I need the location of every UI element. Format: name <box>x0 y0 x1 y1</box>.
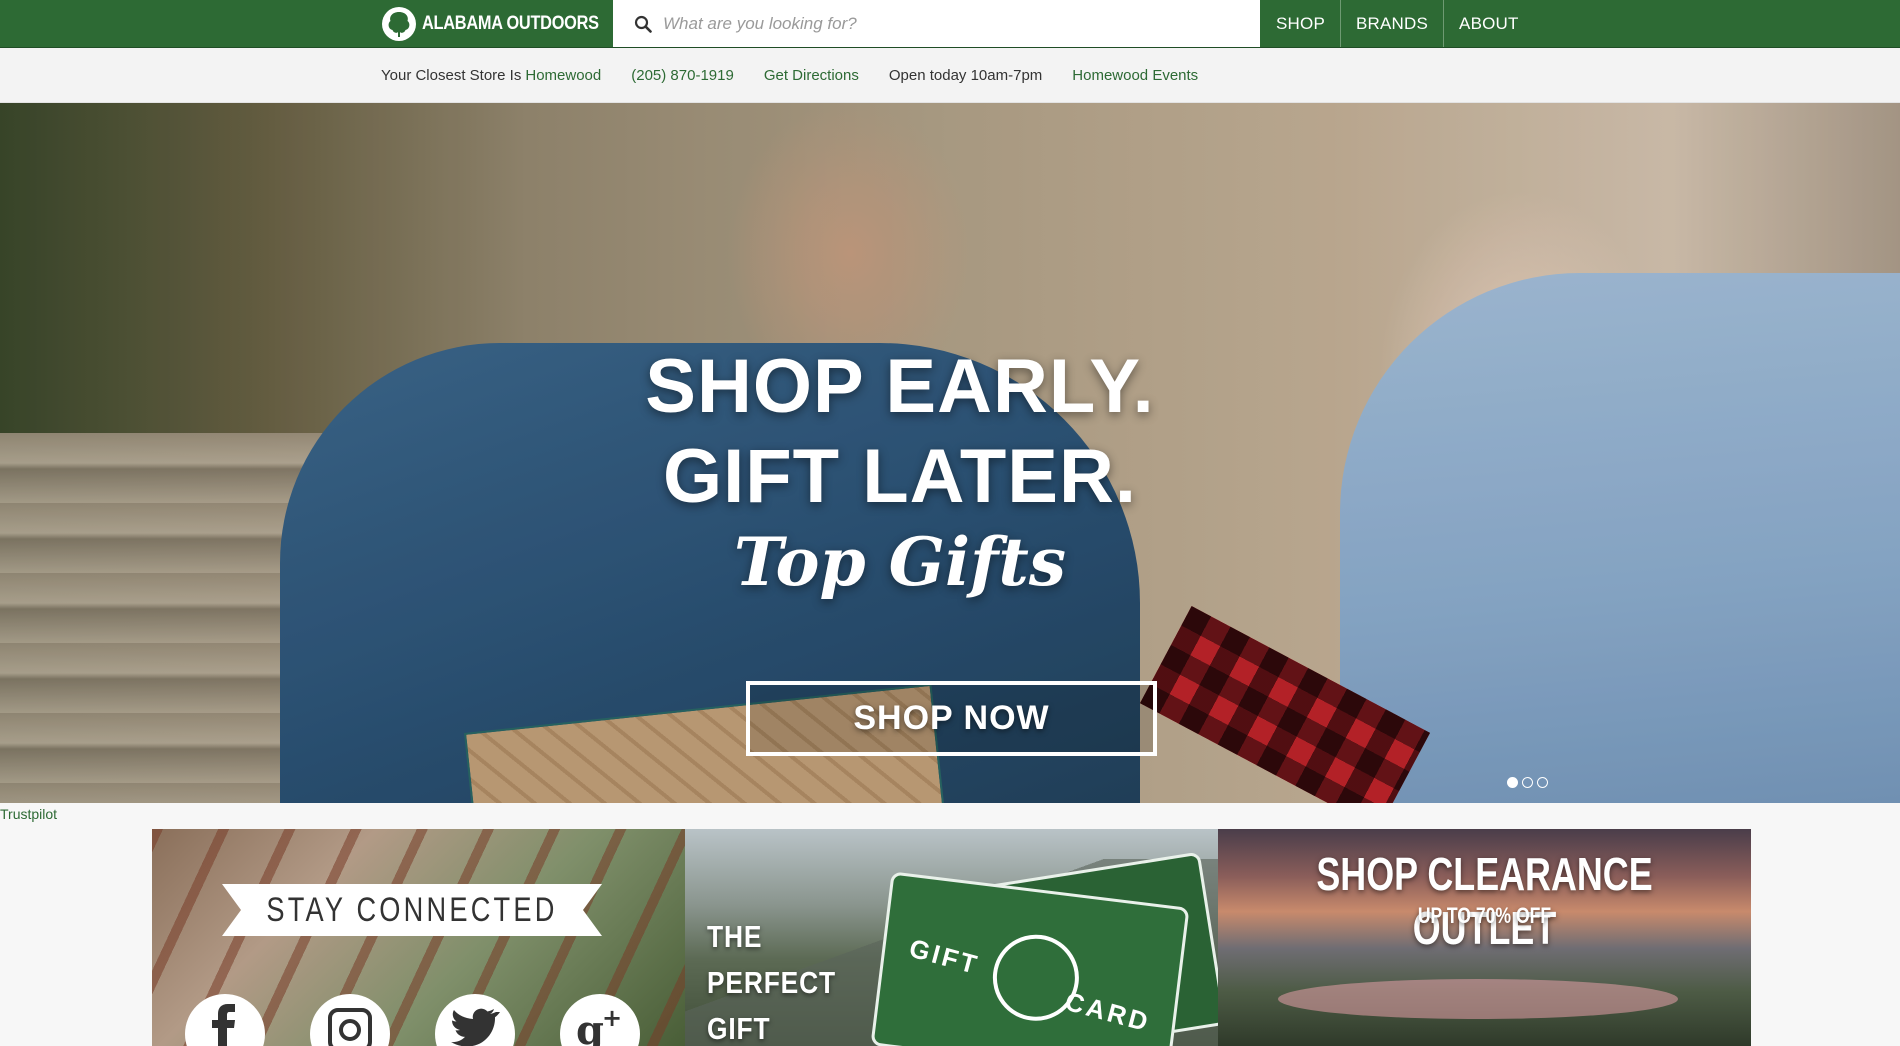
closest-store-label: Your Closest Store Is <box>381 67 522 84</box>
store-info-bar: Your Closest Store Is Homewood (205) 870… <box>0 48 1900 103</box>
hero-line-2: GIFT LATER. <box>663 434 1137 519</box>
stay-connected-title: STAY CONNECTED <box>266 890 558 929</box>
clearance-tile[interactable]: SHOP CLEARANCE OUTLET UP TO 70% OFF <box>1218 829 1751 1046</box>
clearance-title: SHOP CLEARANCE OUTLET <box>1316 848 1653 954</box>
svg-text:g: g <box>576 1007 604 1046</box>
carousel-dot-3[interactable] <box>1537 777 1548 788</box>
tree-logo-icon <box>382 7 416 41</box>
stay-connected-tile[interactable]: STAY CONNECTED g + <box>152 829 685 1046</box>
logo-text: ALABAMA OUTDOORS <box>422 13 599 34</box>
clearance-subtitle: UP TO 70% OFF <box>1417 903 1552 928</box>
carousel-dot-1[interactable] <box>1507 777 1518 788</box>
shop-now-button[interactable]: SHOP NOW <box>746 681 1157 756</box>
carousel-dots <box>1507 777 1548 788</box>
gift-card-right-label: CARD <box>1061 985 1154 1038</box>
trustpilot-link[interactable]: Trustpilot <box>0 806 57 822</box>
get-directions-link[interactable]: Get Directions <box>764 67 859 84</box>
nav-about[interactable]: ABOUT <box>1443 0 1534 47</box>
gift-copy-line-2: PERFECT <box>707 965 836 1000</box>
perfect-gift-copy: THE PERFECT GIFT <box>707 914 836 1046</box>
hero-line-1: SHOP EARLY. <box>645 344 1155 429</box>
gift-card-left-label: GIFT <box>906 932 983 981</box>
search-input[interactable] <box>663 0 1260 47</box>
store-phone-link[interactable]: (205) 870-1919 <box>631 67 734 84</box>
search-bar <box>613 0 1260 47</box>
search-icon[interactable] <box>623 0 663 47</box>
promo-tiles: STAY CONNECTED g + THE PERFECT GIFT GIFT … <box>152 829 1751 1046</box>
store-name-link[interactable]: Homewood <box>525 67 601 84</box>
top-header: ALABAMA OUTDOORS SHOP BRANDS ABOUT <box>0 0 1900 48</box>
main-nav: SHOP BRANDS ABOUT <box>1261 0 1534 47</box>
nav-brands[interactable]: BRANDS <box>1339 0 1443 47</box>
store-events-link[interactable]: Homewood Events <box>1072 67 1198 84</box>
gift-copy-line-1: THE <box>707 919 763 954</box>
stay-connected-banner: STAY CONNECTED <box>222 884 602 936</box>
svg-text:+: + <box>602 1004 622 1032</box>
hero-script-text: Top Gifts <box>733 523 1067 601</box>
valley-river-image <box>1278 979 1678 1019</box>
nav-shop[interactable]: SHOP <box>1261 0 1340 47</box>
store-hours: Open today 10am-7pm <box>888 67 1043 84</box>
logo-link[interactable]: ALABAMA OUTDOORS <box>381 6 628 42</box>
hero-carousel[interactable]: SHOP EARLY. GIFT LATER. Top Gifts SHOP N… <box>0 103 1900 803</box>
gift-copy-line-3: GIFT <box>707 1011 771 1046</box>
carousel-dot-2[interactable] <box>1522 777 1533 788</box>
gift-card-tile[interactable]: THE PERFECT GIFT GIFT CARD <box>685 829 1218 1046</box>
